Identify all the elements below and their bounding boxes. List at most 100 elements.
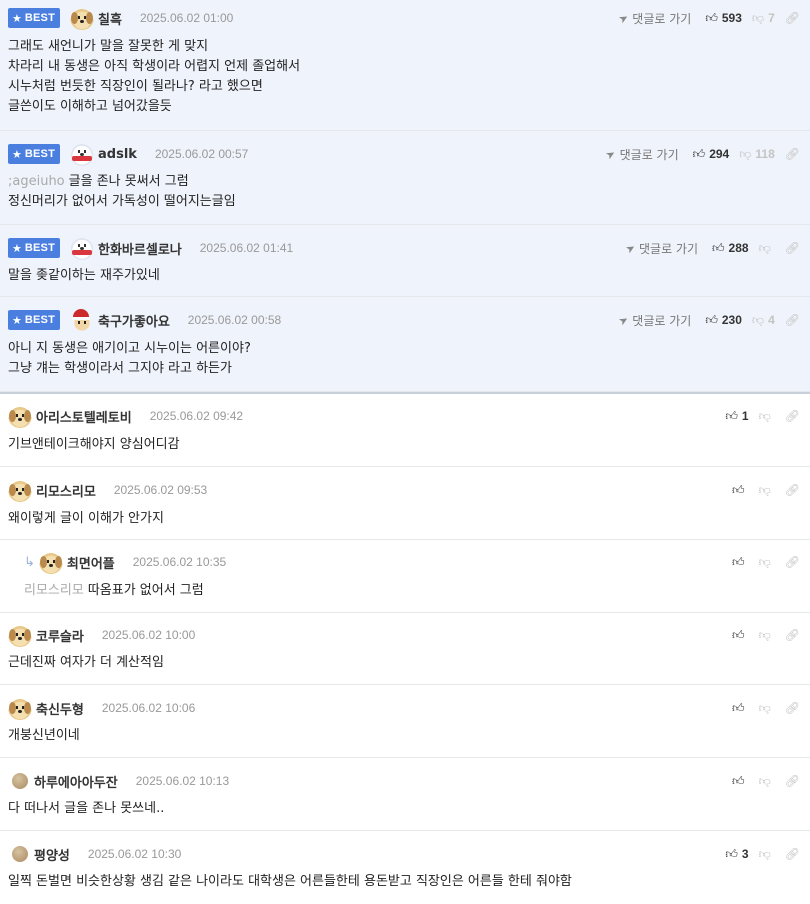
- comment-date: 2025.06.02 10:13: [135, 774, 230, 788]
- dog-avatar[interactable]: [70, 6, 95, 30]
- like-button[interactable]: 👍︎ 1: [725, 409, 748, 424]
- comment-line-text: 글을 존나 못써서 그럼: [68, 174, 189, 189]
- nickname[interactable]: 최면어플: [67, 553, 115, 572]
- comment-actions: 👍︎ 👎︎ 🔗︎: [732, 768, 800, 794]
- dog-avatar[interactable]: [8, 696, 32, 720]
- thumbs-down-icon: 👎︎: [758, 240, 771, 255]
- goto-comment-link[interactable]: ➤ 댓글로 가기: [604, 146, 679, 163]
- like-button[interactable]: 👍︎: [732, 628, 749, 643]
- dog-avatar[interactable]: [8, 478, 32, 502]
- dislike-button[interactable]: 👎︎: [759, 241, 775, 256]
- navigate-arrow-icon: ➤: [616, 312, 631, 328]
- comment-actions: ➤ 댓글로 가기 👍︎ 294 👎︎ 118 🔗︎: [604, 141, 800, 167]
- comment-header: ★ BEST adslk 2025.06.02 00:57: [8, 141, 248, 167]
- goto-comment-link[interactable]: ➤ 댓글로 가기: [616, 10, 691, 27]
- dislike-button[interactable]: 👎︎: [759, 555, 775, 570]
- comment-line-text: 시누처럼 번듯한 직장인이 될라나? 라고 했으면: [8, 79, 263, 94]
- dislike-button[interactable]: 👎︎: [759, 774, 775, 789]
- nickname[interactable]: adslk: [98, 147, 137, 162]
- goto-comment-link[interactable]: ➤ 댓글로 가기: [623, 240, 698, 257]
- comment-line: 말을 좆같이하는 재주가있네: [8, 266, 160, 286]
- comment-text: 아니 지 동생은 애기이고 시누이는 어른이야? 그냥 걔는 학생이라서 그지야 …: [8, 339, 251, 379]
- nickname[interactable]: 축신두형: [36, 699, 84, 718]
- nickname[interactable]: 아리스토텔레토비: [36, 407, 132, 426]
- dog-avatar[interactable]: [8, 404, 32, 428]
- dislike-button[interactable]: 👎︎: [759, 409, 775, 424]
- like-button[interactable]: 👍︎ 294: [693, 147, 730, 162]
- like-count: 3: [741, 847, 749, 861]
- comment-text: 다 떠나서 글을 존나 못쓰네..: [8, 799, 164, 819]
- bear-avatar[interactable]: [70, 142, 95, 166]
- dog-avatar[interactable]: [8, 623, 32, 647]
- nickname[interactable]: 리모스리모: [36, 481, 96, 500]
- link-icon[interactable]: 🔗︎: [785, 555, 800, 569]
- dog-avatar[interactable]: [38, 550, 63, 574]
- comment-item: 평양성 2025.06.02 10:30 👍︎ 3 👎︎ 🔗︎ 일찍 돈벌면 비슷한상황 생…: [0, 831, 810, 904]
- comment-date: 2025.06.02 10:06: [101, 701, 196, 715]
- dislike-button[interactable]: 👎︎: [759, 701, 775, 716]
- like-button[interactable]: 👍︎ 3: [725, 847, 748, 862]
- nickname[interactable]: 평양성: [34, 845, 70, 864]
- thumbs-down-icon: 👎︎: [758, 482, 771, 497]
- thumbs-up-icon: 👍︎: [732, 773, 745, 788]
- link-icon[interactable]: 🔗︎: [785, 483, 800, 497]
- like-count: 294: [709, 147, 730, 161]
- dislike-count: 4: [768, 313, 775, 327]
- link-icon[interactable]: 🔗︎: [785, 313, 800, 327]
- goto-comment-link[interactable]: ➤ 댓글로 가기: [616, 312, 691, 329]
- comment-line: 시누처럼 번듯한 직장인이 될라나? 라고 했으면: [8, 77, 300, 97]
- comment-item: 리모스리모 2025.06.02 09:53 👍︎ 👎︎ 🔗︎ 왜이렇게 글이 이해가 안…: [0, 467, 810, 540]
- like-button[interactable]: 👍︎: [732, 555, 749, 570]
- ball-avatar[interactable]: [12, 846, 28, 862]
- best-comment: ★ BEST adslk 2025.06.02 00:57 ➤ 댓글로 가기 👍︎ 294 👎︎…: [0, 131, 810, 225]
- link-icon[interactable]: 🔗︎: [785, 628, 800, 642]
- ball-avatar[interactable]: [12, 773, 28, 789]
- dislike-button[interactable]: 👎︎: [759, 628, 775, 643]
- nickname[interactable]: 한화바르셀로나: [98, 239, 182, 258]
- comment-text: 왜이렇게 글이 이해가 안가지: [8, 509, 164, 529]
- navigate-arrow-icon: ➤: [623, 240, 638, 256]
- best-badge: ★ BEST: [8, 144, 61, 164]
- dislike-button[interactable]: 👎︎ 4: [752, 313, 775, 328]
- comment-date: 2025.06.02 09:53: [113, 483, 208, 497]
- santa-avatar[interactable]: [70, 308, 95, 332]
- nickname[interactable]: 축구가좋아요: [98, 311, 170, 330]
- dislike-button[interactable]: 👎︎: [759, 847, 775, 862]
- comment-header: 리모스리모 2025.06.02 09:53: [8, 477, 207, 503]
- dislike-button[interactable]: 👎︎: [759, 483, 775, 498]
- comment-actions: 👍︎ 1 👎︎ 🔗︎: [725, 403, 800, 429]
- comment-header: ★ BEST 축구가좋아요 2025.06.02 00:58: [8, 307, 281, 333]
- best-badge: ★ BEST: [8, 310, 61, 330]
- nickname[interactable]: 코루슬라: [36, 626, 84, 645]
- comment-line-text: 그래도 새언니가 말을 잘못한 게 맞지: [8, 39, 209, 54]
- link-icon[interactable]: 🔗︎: [785, 701, 800, 715]
- link-icon[interactable]: 🔗︎: [785, 847, 800, 861]
- dislike-button[interactable]: 👎︎ 7: [752, 11, 775, 26]
- dislike-button[interactable]: 👎︎ 118: [739, 147, 775, 162]
- comment-line-text: 근데진짜 여자가 더 계산적임: [8, 655, 164, 670]
- like-button[interactable]: 👍︎ 593: [705, 11, 742, 26]
- comment-line-text: 아니 지 동생은 애기이고 시누이는 어른이야?: [8, 341, 251, 356]
- comment-text: ;ageiuho 글을 존나 못써서 그럼 정신머리가 없어서 가독성이 떨어지는글…: [8, 172, 236, 212]
- like-button[interactable]: 👍︎: [732, 774, 749, 789]
- comment-text: 근데진짜 여자가 더 계산적임: [8, 653, 164, 673]
- comment-line-text: 글쓴이도 이해하고 넘어갔을듯: [8, 99, 172, 114]
- link-icon[interactable]: 🔗︎: [785, 241, 800, 255]
- bear-avatar[interactable]: [70, 236, 95, 260]
- comment-date: 2025.06.02 10:30: [87, 847, 182, 861]
- comment-actions: 👍︎ 👎︎ 🔗︎: [732, 695, 800, 721]
- mention-tag[interactable]: ;ageiuho: [8, 174, 65, 189]
- comment-line-text: 말을 좆같이하는 재주가있네: [8, 268, 160, 283]
- like-button[interactable]: 👍︎: [732, 483, 749, 498]
- like-button[interactable]: 👍︎: [732, 701, 749, 716]
- comment-actions: 👍︎ 3 👎︎ 🔗︎: [725, 841, 800, 867]
- link-icon[interactable]: 🔗︎: [785, 147, 800, 161]
- link-icon[interactable]: 🔗︎: [785, 409, 800, 423]
- like-button[interactable]: 👍︎ 288: [712, 241, 749, 256]
- like-button[interactable]: 👍︎ 230: [705, 313, 742, 328]
- link-icon[interactable]: 🔗︎: [785, 11, 800, 25]
- mention-tag[interactable]: 리모스리모: [24, 583, 84, 598]
- nickname[interactable]: 하루에아아두잔: [34, 772, 118, 791]
- link-icon[interactable]: 🔗︎: [785, 774, 800, 788]
- nickname[interactable]: 칠흑: [98, 9, 122, 28]
